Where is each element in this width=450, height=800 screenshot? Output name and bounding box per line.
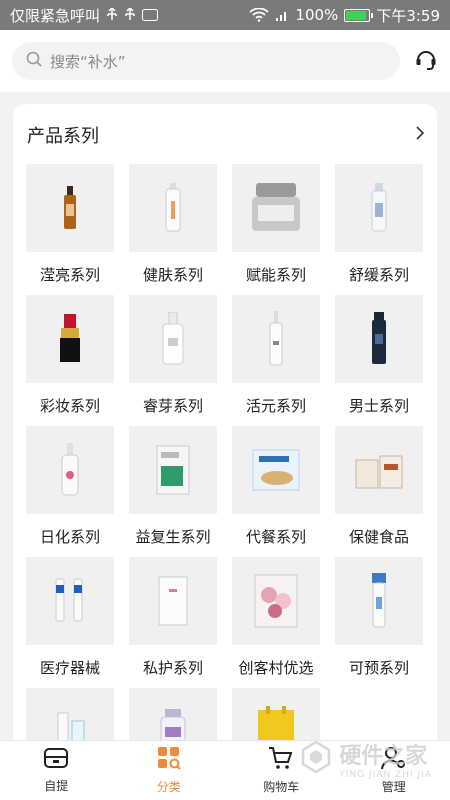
pickup-icon (43, 747, 69, 773)
category-item[interactable]: 男士系列 (335, 295, 423, 426)
category-label: 保健食品 (348, 528, 409, 546)
status-time: 下午3:59 (376, 6, 440, 25)
watermark: 硬件之家 YING JIAN ZHI JIA (299, 738, 432, 780)
product-image (26, 295, 114, 383)
watermark-title: 硬件之家 (339, 744, 428, 769)
carrier-text: 仅限紧急呼叫 (10, 6, 101, 25)
search-placeholder: 搜索“补水” (50, 52, 126, 71)
category-item[interactable]: 舒缓系列 (335, 164, 423, 295)
category-item[interactable]: 代餐系列 (232, 426, 320, 557)
battery-icon (344, 8, 374, 22)
category-item[interactable]: 睿芽系列 (129, 295, 217, 426)
category-grid: 滢亮系列 健肤系列 赋能系列 舒缓系列 彩妆系列 睿芽系列 活元系列 男士系列 … (26, 164, 423, 764)
product-image (129, 557, 217, 645)
header: 搜索“补水” (0, 30, 450, 92)
product-image (232, 295, 320, 383)
status-left: 仅限紧急呼叫 (10, 5, 159, 26)
category-item[interactable]: 益复生系列 (129, 426, 217, 557)
cart-icon (268, 746, 294, 774)
nav-label: 管理 (381, 780, 406, 794)
category-label: 日化系列 (39, 528, 100, 546)
signal-icon (275, 8, 289, 22)
hd-badge-icon (142, 9, 159, 21)
status-right: 100% 下午3:59 (249, 5, 440, 26)
product-image (232, 164, 320, 252)
category-label: 舒缓系列 (348, 266, 409, 284)
category-label: 医疗器械 (39, 659, 100, 677)
product-image (129, 164, 217, 252)
category-item[interactable]: 私护系列 (129, 557, 217, 688)
nav-pickup[interactable]: 自提 (0, 741, 113, 800)
card-header[interactable]: 产品系列 (13, 104, 437, 166)
category-label: 可预系列 (348, 659, 409, 677)
category-item[interactable]: 滢亮系列 (26, 164, 114, 295)
category-label: 创客村优选 (238, 659, 314, 677)
watermark-logo-icon (299, 740, 333, 778)
nav-label: 分类 (156, 780, 181, 794)
category-item[interactable]: 保健食品 (335, 426, 423, 557)
product-image (335, 426, 423, 514)
category-item[interactable]: 日化系列 (26, 426, 114, 557)
category-label: 睿芽系列 (142, 397, 203, 415)
category-label: 私护系列 (142, 659, 203, 677)
category-label: 健肤系列 (142, 266, 203, 284)
product-image (26, 426, 114, 514)
category-item[interactable]: 活元系列 (232, 295, 320, 426)
search-input[interactable]: 搜索“补水” (12, 42, 400, 80)
usb-icon (124, 8, 136, 22)
chevron-right-icon[interactable] (415, 125, 425, 145)
usb-icon (106, 8, 118, 22)
product-image (129, 426, 217, 514)
nav-category[interactable]: 分类 (113, 741, 226, 800)
nav-label: 购物车 (263, 780, 300, 794)
search-icon (26, 51, 42, 71)
watermark-subtitle: YING JIAN ZHI JIA (339, 770, 432, 780)
category-item[interactable]: 可预系列 (335, 557, 423, 688)
product-image (335, 557, 423, 645)
product-image (232, 426, 320, 514)
category-label: 赋能系列 (245, 266, 306, 284)
battery-percent: 100% (295, 6, 339, 24)
category-item[interactable]: 创客村优选 (232, 557, 320, 688)
category-label: 代餐系列 (245, 528, 306, 546)
category-label: 彩妆系列 (39, 397, 100, 415)
category-label: 滢亮系列 (39, 266, 100, 284)
category-item[interactable]: 赋能系列 (232, 164, 320, 295)
section-title: 产品系列 (27, 126, 99, 147)
product-image (26, 164, 114, 252)
product-image (129, 295, 217, 383)
status-bar: 仅限紧急呼叫 100% 下午3:59 (0, 0, 450, 30)
wifi-icon (249, 8, 270, 22)
category-label: 益复生系列 (135, 528, 211, 546)
nav-label: 自提 (44, 779, 69, 793)
product-series-card: 产品系列 滢亮系列 健肤系列 赋能系列 舒缓系列 彩妆系列 睿芽系列 活元系列 … (13, 104, 437, 764)
watermark-text: 硬件之家 YING JIAN ZHI JIA (339, 738, 432, 780)
product-image (335, 164, 423, 252)
product-image (335, 295, 423, 383)
category-item[interactable]: 彩妆系列 (26, 295, 114, 426)
category-icon (157, 746, 181, 774)
category-item[interactable]: 健肤系列 (129, 164, 217, 295)
product-image (26, 557, 114, 645)
product-image (232, 557, 320, 645)
customer-service-icon[interactable] (414, 47, 438, 75)
category-label: 男士系列 (348, 397, 409, 415)
category-label: 活元系列 (245, 397, 306, 415)
category-item[interactable]: 医疗器械 (26, 557, 114, 688)
